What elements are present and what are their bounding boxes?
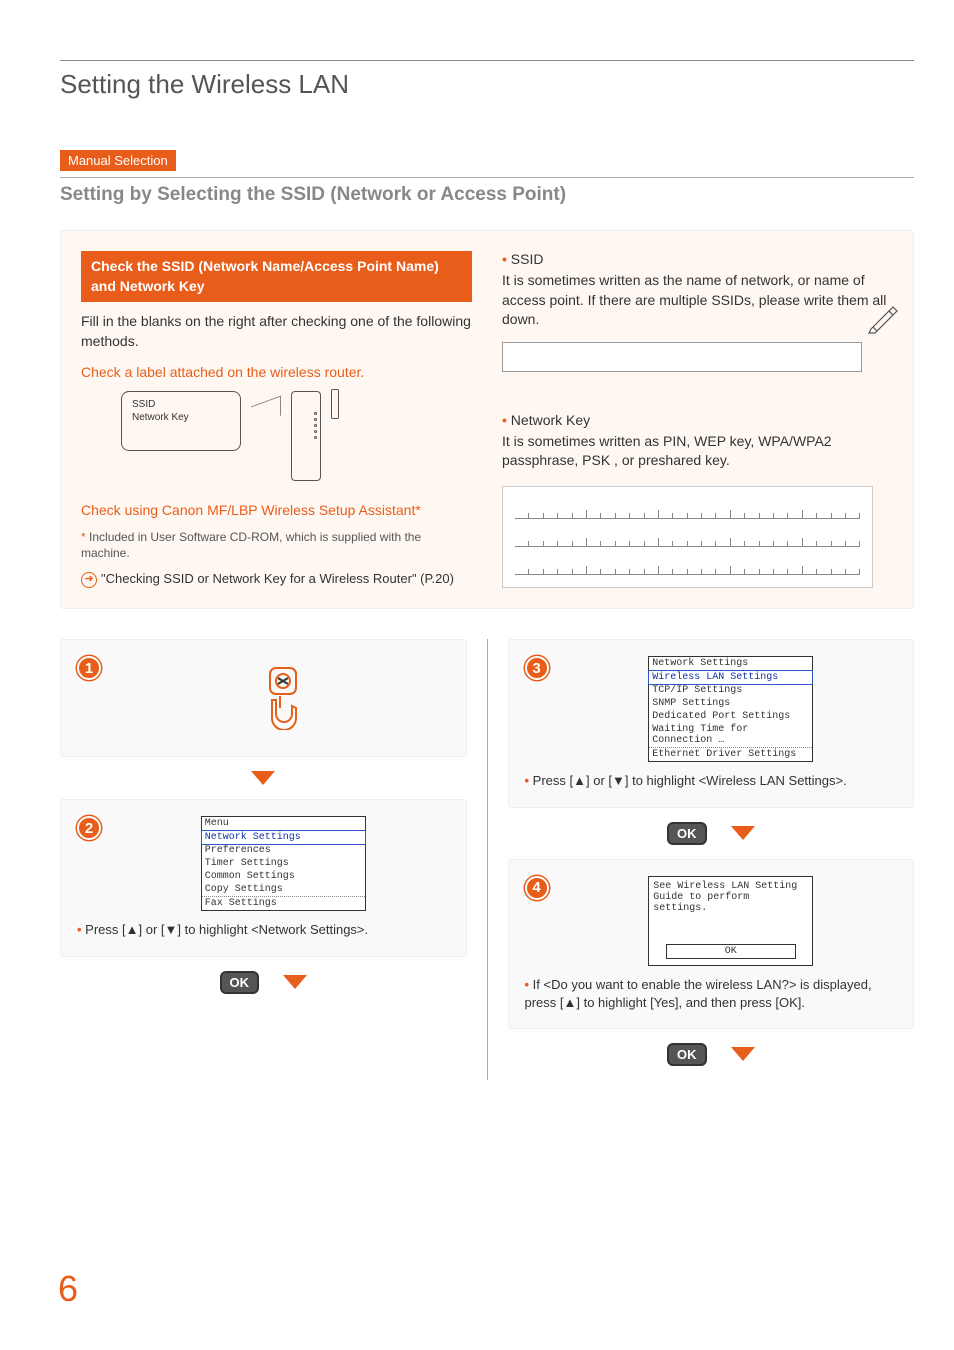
network-key-input[interactable] <box>502 486 873 588</box>
router-icon <box>291 391 321 481</box>
ok-button-icon: OK <box>220 971 260 994</box>
pencil-icon <box>865 301 899 335</box>
step-2: 2 Menu Network Settings Preferences Time… <box>60 799 467 956</box>
step-instruction: Press [▲] or [▼] to highlight <Wireless … <box>525 772 898 790</box>
screen-ok-button: OK <box>666 944 796 959</box>
info-panel: Check the SSID (Network Name/Access Poin… <box>60 230 914 609</box>
page-number: 6 <box>58 1268 78 1310</box>
section-subtitle: Setting by Selecting the SSID (Network o… <box>60 184 914 206</box>
network-key-body: It is sometimes written as PIN, WEP key,… <box>502 432 893 471</box>
step-3: 3 Network Settings Wireless LAN Settings… <box>508 639 915 807</box>
cross-reference: ➜"Checking SSID or Network Key for a Wir… <box>81 570 472 588</box>
down-arrow-icon <box>731 1047 755 1061</box>
step-number: 3 <box>525 656 549 680</box>
step-4: 4 See Wireless LAN Setting Guide to perf… <box>508 859 915 1029</box>
section-tag: Manual Selection <box>60 150 176 171</box>
info-heading: Check the SSID (Network Name/Access Poin… <box>81 251 472 302</box>
down-arrow-icon <box>731 826 755 840</box>
confirm-screen: See Wireless LAN Setting Guide to perfor… <box>648 876 813 966</box>
router-label-key: Network Key <box>132 411 230 424</box>
step-instruction: If <Do you want to enable the wireless L… <box>525 976 898 1012</box>
network-key-heading: Network Key <box>502 412 893 428</box>
ok-button-icon: OK <box>667 822 707 845</box>
down-arrow-icon <box>283 975 307 989</box>
step-number: 4 <box>525 876 549 900</box>
router-label-ssid: SSID <box>132 398 230 411</box>
arrow-icon: ➜ <box>81 572 97 588</box>
step-number: 2 <box>77 816 101 840</box>
assistant-text: Check using Canon MF/LBP Wireless Setup … <box>81 501 472 521</box>
footnote: * Included in User Software CD-ROM, whic… <box>81 529 472 563</box>
page-title: Setting the Wireless LAN <box>60 69 914 100</box>
info-body: Fill in the blanks on the right after ch… <box>81 312 472 351</box>
down-arrow-icon <box>251 771 275 785</box>
ok-button-icon: OK <box>667 1043 707 1066</box>
menu-screen: Menu Network Settings Preferences Timer … <box>201 816 366 911</box>
menu-screen: Network Settings Wireless LAN Settings T… <box>648 656 813 762</box>
ssid-heading: SSID <box>502 251 893 267</box>
ssid-input-field[interactable] <box>502 342 862 372</box>
step-number: 1 <box>77 656 101 680</box>
router-diagram: SSID Network Key <box>121 391 472 481</box>
antenna-icon <box>331 389 339 419</box>
check-label-text: Check a label attached on the wireless r… <box>81 363 472 383</box>
step-1: 1 <box>60 639 467 757</box>
ssid-body: It is sometimes written as the name of n… <box>502 271 893 330</box>
press-button-icon <box>256 666 310 730</box>
step-instruction: Press [▲] or [▼] to highlight <Network S… <box>77 921 450 939</box>
